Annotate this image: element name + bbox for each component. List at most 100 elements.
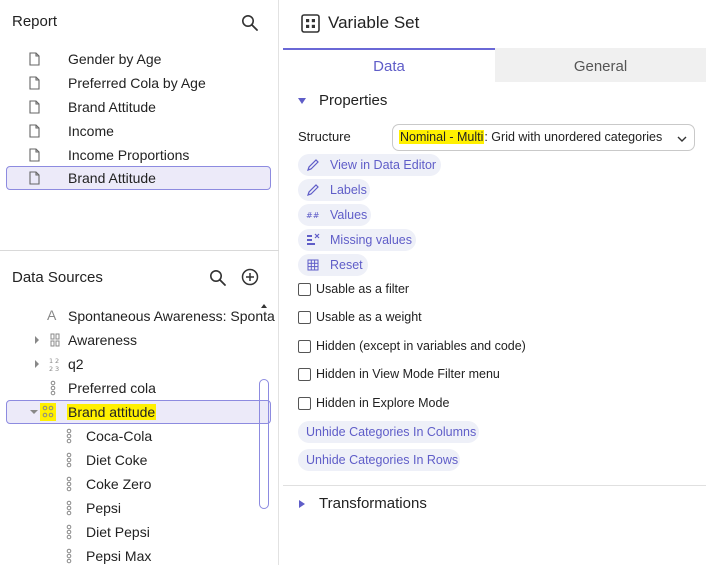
categorical-icon: [66, 428, 72, 444]
report-item[interactable]: Brand Attitude: [6, 95, 271, 119]
chevron-down-icon: [677, 136, 687, 142]
panel-title: Variable Set: [328, 13, 420, 32]
tab-data[interactable]: Data: [283, 48, 495, 82]
tree-item-label: Awareness: [68, 332, 138, 348]
report-item-label: Gender by Age: [68, 51, 162, 67]
usable-as-filter-row: Usable as a filter: [298, 280, 678, 300]
report-item[interactable]: Income: [6, 119, 271, 143]
report-item-label: Brand Attitude: [68, 99, 156, 115]
tree-child-item[interactable]: Coke Zero: [6, 472, 271, 496]
data-sources-title: Data Sources: [12, 269, 103, 286]
unhide-columns-button[interactable]: Unhide Categories In Columns: [298, 421, 479, 443]
scrollbar-thumb[interactable]: [259, 379, 269, 509]
checkbox-label: Hidden in View Mode Filter menu: [316, 367, 500, 381]
svg-text:##: ##: [306, 211, 320, 220]
categorical-icon: [66, 524, 72, 540]
unhide-rows-button[interactable]: Unhide Categories In Rows: [298, 449, 460, 471]
missing-values-button[interactable]: Missing values: [298, 229, 416, 251]
tree-item-label: Preferred cola: [68, 380, 156, 396]
left-sidebar: Report Gender by Age Preferred Cola by A…: [0, 0, 279, 565]
hidden-view-mode-row: Hidden in View Mode Filter menu: [298, 365, 678, 385]
text-variable-icon: A: [47, 307, 57, 323]
checkbox-label: Usable as a weight: [316, 310, 422, 324]
hidden-view-mode-checkbox[interactable]: [298, 368, 311, 381]
variable-set-panel: Variable Set Data General Properties Str…: [283, 0, 706, 565]
missing-values-icon: [307, 233, 320, 245]
view-in-data-editor-button[interactable]: View in Data Editor: [298, 154, 441, 176]
reset-icon: [307, 259, 319, 271]
structure-label: Structure: [298, 129, 351, 144]
tree-child-item[interactable]: Diet Pepsi: [6, 520, 271, 544]
panel-header: Variable Set: [283, 0, 706, 48]
pencil-icon: [307, 159, 319, 171]
grid-categorical-icon: [42, 405, 54, 418]
report-item[interactable]: Preferred Cola by Age: [6, 71, 271, 95]
chevron-down-icon[interactable]: [29, 407, 39, 417]
report-item[interactable]: Income Proportions: [6, 143, 271, 167]
usable-as-weight-checkbox[interactable]: [298, 311, 311, 324]
tree-item[interactable]: Awareness: [6, 328, 271, 352]
svg-text:1: 1: [49, 357, 53, 365]
document-icon: [29, 171, 40, 185]
add-icon[interactable]: [241, 268, 259, 286]
checkbox-label: Usable as a filter: [316, 282, 410, 296]
numeric-grid-icon: 1 2 2 3: [49, 357, 59, 372]
values-button[interactable]: ## Values: [298, 204, 371, 226]
hidden-explore-mode-checkbox[interactable]: [298, 397, 311, 410]
report-item-label: Income Proportions: [68, 147, 190, 163]
reset-button[interactable]: Reset: [298, 254, 368, 276]
document-icon: [29, 76, 40, 90]
report-item-label: Brand Attitude: [68, 170, 156, 186]
hidden-except-row: Hidden (except in variables and code): [298, 337, 678, 357]
properties-heading: Properties: [319, 92, 388, 109]
transformations-heading: Transformations: [319, 495, 427, 512]
report-item-label: Income: [68, 123, 114, 139]
tree-item-label: Spontaneous Awareness: Sponta: [68, 308, 275, 324]
tree-item-label: Diet Pepsi: [86, 524, 150, 540]
usable-as-filter-checkbox[interactable]: [298, 283, 311, 296]
chip-label: Reset: [330, 258, 363, 272]
tree-item[interactable]: 1 2 2 3 q2: [6, 352, 271, 376]
tree-item-label: Coke Zero: [86, 476, 152, 492]
tab-general[interactable]: General: [495, 48, 706, 82]
tree-child-item[interactable]: Coca-Cola: [6, 424, 271, 448]
tree-child-item[interactable]: Diet Coke: [6, 448, 271, 472]
svg-text:2: 2: [49, 365, 53, 372]
tree-item-label: Pepsi: [86, 500, 122, 516]
section-divider: [283, 485, 706, 486]
categorical-icon: [66, 548, 72, 564]
tree-item[interactable]: A Spontaneous Awareness: Sponta: [6, 304, 275, 328]
report-item[interactable]: Gender by Age: [6, 47, 271, 71]
tree-item-label: q2: [68, 356, 84, 372]
tree-item-label: Coca-Cola: [86, 428, 153, 444]
chevron-right-icon[interactable]: [32, 335, 42, 345]
tree-item-selected[interactable]: Brand attitude: [6, 400, 271, 424]
hidden-except-checkbox[interactable]: [298, 340, 311, 353]
usable-as-weight-row: Usable as a weight: [298, 308, 678, 328]
tree-child-item[interactable]: Pepsi Max: [6, 544, 271, 565]
chevron-right-icon[interactable]: [32, 359, 42, 369]
categorical-icon: [50, 380, 56, 396]
tab-bar: Data General: [283, 48, 706, 82]
structure-value-highlight: Nominal - Multi: [399, 130, 485, 144]
svg-text:3: 3: [55, 365, 59, 372]
search-icon[interactable]: [241, 14, 259, 32]
chip-label: Missing values: [330, 233, 412, 247]
labels-button[interactable]: Labels: [298, 179, 370, 201]
tree-item-label: Diet Coke: [86, 452, 148, 468]
scroll-up-icon[interactable]: [259, 302, 269, 310]
chip-label: Values: [330, 208, 368, 222]
document-icon: [29, 52, 40, 66]
structure-select[interactable]: Nominal - Multi: Grid with unordered cat…: [392, 124, 695, 151]
tree-item[interactable]: Preferred cola: [6, 376, 271, 400]
report-item-selected[interactable]: Brand Attitude: [6, 166, 271, 190]
structure-value-rest: : Grid with unordered categories: [484, 130, 663, 144]
chip-label: Unhide Categories In Rows: [306, 453, 459, 467]
tree-child-item[interactable]: Pepsi: [6, 496, 271, 520]
properties-section-header[interactable]: Properties: [283, 88, 706, 114]
search-icon[interactable]: [209, 269, 227, 287]
chip-label: Unhide Categories In Columns: [306, 425, 477, 439]
report-item-label: Preferred Cola by Age: [68, 75, 206, 91]
caret-down-icon: [298, 98, 306, 104]
transformations-section-header[interactable]: Transformations: [283, 491, 706, 517]
